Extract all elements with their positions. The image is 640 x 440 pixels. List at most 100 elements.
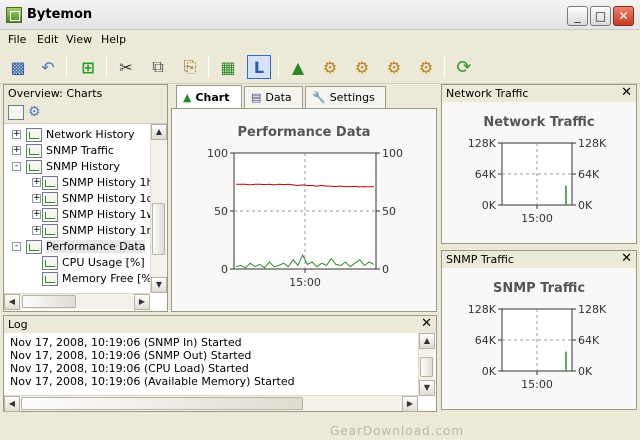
chart-icon bbox=[42, 224, 58, 238]
toolbar: ▩ ↶ ⊞ ✂ ⧉ ⎘ ▦ L ▲ ⚙ ⚙ ⚙ ⚙ ⟳ bbox=[0, 50, 640, 84]
watermark: GearDownload.com bbox=[330, 424, 465, 438]
close-icon[interactable]: ✕ bbox=[621, 251, 632, 266]
close-window-button[interactable]: ✕ bbox=[613, 6, 634, 26]
toolbar-separator bbox=[208, 56, 209, 78]
scroll-thumb[interactable] bbox=[21, 397, 303, 410]
log-entry: Nov 17, 2008, 10:19:06 (Available Memory… bbox=[10, 375, 295, 388]
menu-view[interactable]: View bbox=[66, 33, 92, 46]
y-tick-label-right: 128K bbox=[578, 137, 607, 150]
scroll-left-arrow[interactable]: ◀ bbox=[4, 294, 20, 310]
scroll-down-arrow[interactable]: ▼ bbox=[419, 380, 435, 396]
chart-icon bbox=[42, 192, 58, 206]
close-icon[interactable]: ✕ bbox=[421, 316, 432, 331]
tree-item[interactable]: + Network History bbox=[4, 127, 151, 143]
probe-3-icon[interactable]: ⚙ bbox=[350, 55, 374, 79]
menu-edit[interactable]: Edit bbox=[37, 33, 58, 46]
menu-help[interactable]: Help bbox=[101, 33, 126, 46]
overview-tree: + Network History + SNMP Traffic - SNMP Histo… bbox=[4, 127, 151, 293]
y-tick-label-left: 64K bbox=[475, 334, 497, 347]
scroll-up-arrow[interactable]: ▲ bbox=[151, 124, 167, 140]
expand-icon[interactable]: + bbox=[12, 146, 21, 155]
log-horizontal-scrollbar[interactable]: ◀ ▶ bbox=[4, 395, 418, 412]
gear-icon[interactable]: ⚙ bbox=[28, 104, 41, 120]
scroll-thumb[interactable] bbox=[22, 295, 76, 308]
overview-header: Overview: Charts bbox=[4, 85, 167, 102]
tree-item-label: Performance Data bbox=[46, 240, 146, 253]
network-traffic-header: Network Traffic ✕ bbox=[442, 85, 636, 102]
chart-title: SNMP Traffic bbox=[493, 281, 585, 296]
refresh-icon[interactable]: ⟳ bbox=[452, 55, 476, 79]
tree-item[interactable]: - Performance Data bbox=[4, 239, 151, 255]
log-entry: Nov 17, 2008, 10:19:06 (SNMP Out) Starte… bbox=[10, 349, 252, 362]
snmp-traffic-header: SNMP Traffic ✕ bbox=[442, 251, 636, 268]
scroll-down-arrow[interactable]: ▼ bbox=[151, 277, 167, 293]
expand-icon[interactable]: + bbox=[32, 210, 41, 219]
new-chart-icon[interactable]: ▦ bbox=[216, 55, 240, 79]
y-tick-label-left: 0 bbox=[221, 263, 228, 276]
tree-item[interactable]: + SNMP History 1w bbox=[4, 207, 151, 223]
tree-item[interactable]: Memory Free [% bbox=[4, 271, 151, 287]
probe-4-icon[interactable]: ⚙ bbox=[382, 55, 406, 79]
chart-icon bbox=[26, 240, 42, 254]
tree-item[interactable]: + SNMP History 1h bbox=[4, 175, 151, 191]
x-tick-label: 15:00 bbox=[289, 276, 321, 289]
scroll-right-arrow[interactable]: ▶ bbox=[402, 396, 418, 412]
scroll-right-arrow[interactable]: ▶ bbox=[134, 294, 150, 310]
data-tab-icon: ▤ bbox=[251, 91, 262, 104]
undo-icon[interactable]: ↶ bbox=[36, 55, 60, 79]
collapse-icon[interactable]: - bbox=[12, 242, 21, 251]
tree-item[interactable]: - SNMP History bbox=[4, 159, 151, 175]
chart-icon bbox=[26, 128, 42, 142]
chart-icon bbox=[42, 176, 58, 190]
y-tick-label-right: 0K bbox=[578, 365, 593, 378]
toolbar-separator bbox=[444, 56, 445, 78]
scroll-thumb[interactable] bbox=[420, 357, 433, 377]
tree-item-label: SNMP Traffic bbox=[46, 144, 114, 157]
toolbar-separator bbox=[278, 56, 279, 78]
toolbar-separator bbox=[66, 56, 67, 78]
expand-icon[interactable]: + bbox=[32, 226, 41, 235]
log-title: Log bbox=[8, 318, 28, 331]
tree-item-label: Network History bbox=[46, 128, 135, 141]
tree-item[interactable]: CPU Usage [%] bbox=[4, 255, 151, 271]
tree-horizontal-scrollbar[interactable]: ◀ ▶ bbox=[4, 293, 150, 310]
add-icon[interactable]: ⊞ bbox=[76, 55, 100, 79]
log-vertical-scrollbar[interactable]: ▲ ▼ bbox=[418, 333, 435, 396]
log-header: Log ✕ bbox=[4, 316, 436, 333]
paste-icon[interactable]: ⎘ bbox=[178, 55, 202, 79]
chart-icon bbox=[42, 256, 58, 270]
tab-chart[interactable]: ▲ Chart bbox=[176, 85, 242, 109]
expand-icon[interactable]: + bbox=[32, 194, 41, 203]
probe-2-icon[interactable]: ⚙ bbox=[318, 55, 342, 79]
expand-icon[interactable]: + bbox=[12, 130, 21, 139]
scroll-up-arrow[interactable]: ▲ bbox=[419, 333, 435, 349]
collapse-icon[interactable]: - bbox=[12, 162, 21, 171]
y-tick-label-right: 64K bbox=[578, 334, 600, 347]
tab-settings[interactable]: 🔧 Settings bbox=[305, 86, 386, 108]
tab-data[interactable]: ▤ Data bbox=[244, 86, 303, 108]
scroll-left-arrow[interactable]: ◀ bbox=[4, 396, 20, 412]
snmp-probe-icon[interactable]: ⚙ bbox=[414, 55, 438, 79]
probe-1-icon[interactable]: ▲ bbox=[286, 55, 310, 79]
tree-item[interactable]: + SNMP History 1m bbox=[4, 223, 151, 239]
tree-item-label: SNMP History 1w bbox=[62, 208, 151, 221]
layout-icon[interactable]: L bbox=[247, 55, 271, 79]
tree-item[interactable]: + SNMP History 1d bbox=[4, 191, 151, 207]
y-tick-label-right: 64K bbox=[578, 168, 600, 181]
close-icon[interactable]: ✕ bbox=[621, 85, 632, 100]
scroll-thumb[interactable] bbox=[152, 203, 165, 255]
expand-icon[interactable]: + bbox=[32, 178, 41, 187]
chart-icon bbox=[26, 160, 42, 174]
maximize-button[interactable]: □ bbox=[590, 6, 611, 26]
tree-item[interactable]: + SNMP Traffic bbox=[4, 143, 151, 159]
menu-bar: File Edit View Help bbox=[0, 30, 640, 50]
chart-view-icon[interactable] bbox=[8, 105, 24, 120]
overview-toolbar: ⚙ bbox=[4, 102, 167, 124]
save-icon[interactable]: ▩ bbox=[6, 55, 30, 79]
tree-item-label: SNMP History bbox=[46, 160, 120, 173]
cut-icon[interactable]: ✂ bbox=[114, 55, 138, 79]
tree-vertical-scrollbar[interactable]: ▲ ▼ bbox=[150, 124, 167, 293]
copy-icon[interactable]: ⧉ bbox=[146, 55, 170, 79]
minimize-button[interactable]: _ bbox=[567, 6, 588, 26]
menu-file[interactable]: File bbox=[8, 33, 26, 46]
